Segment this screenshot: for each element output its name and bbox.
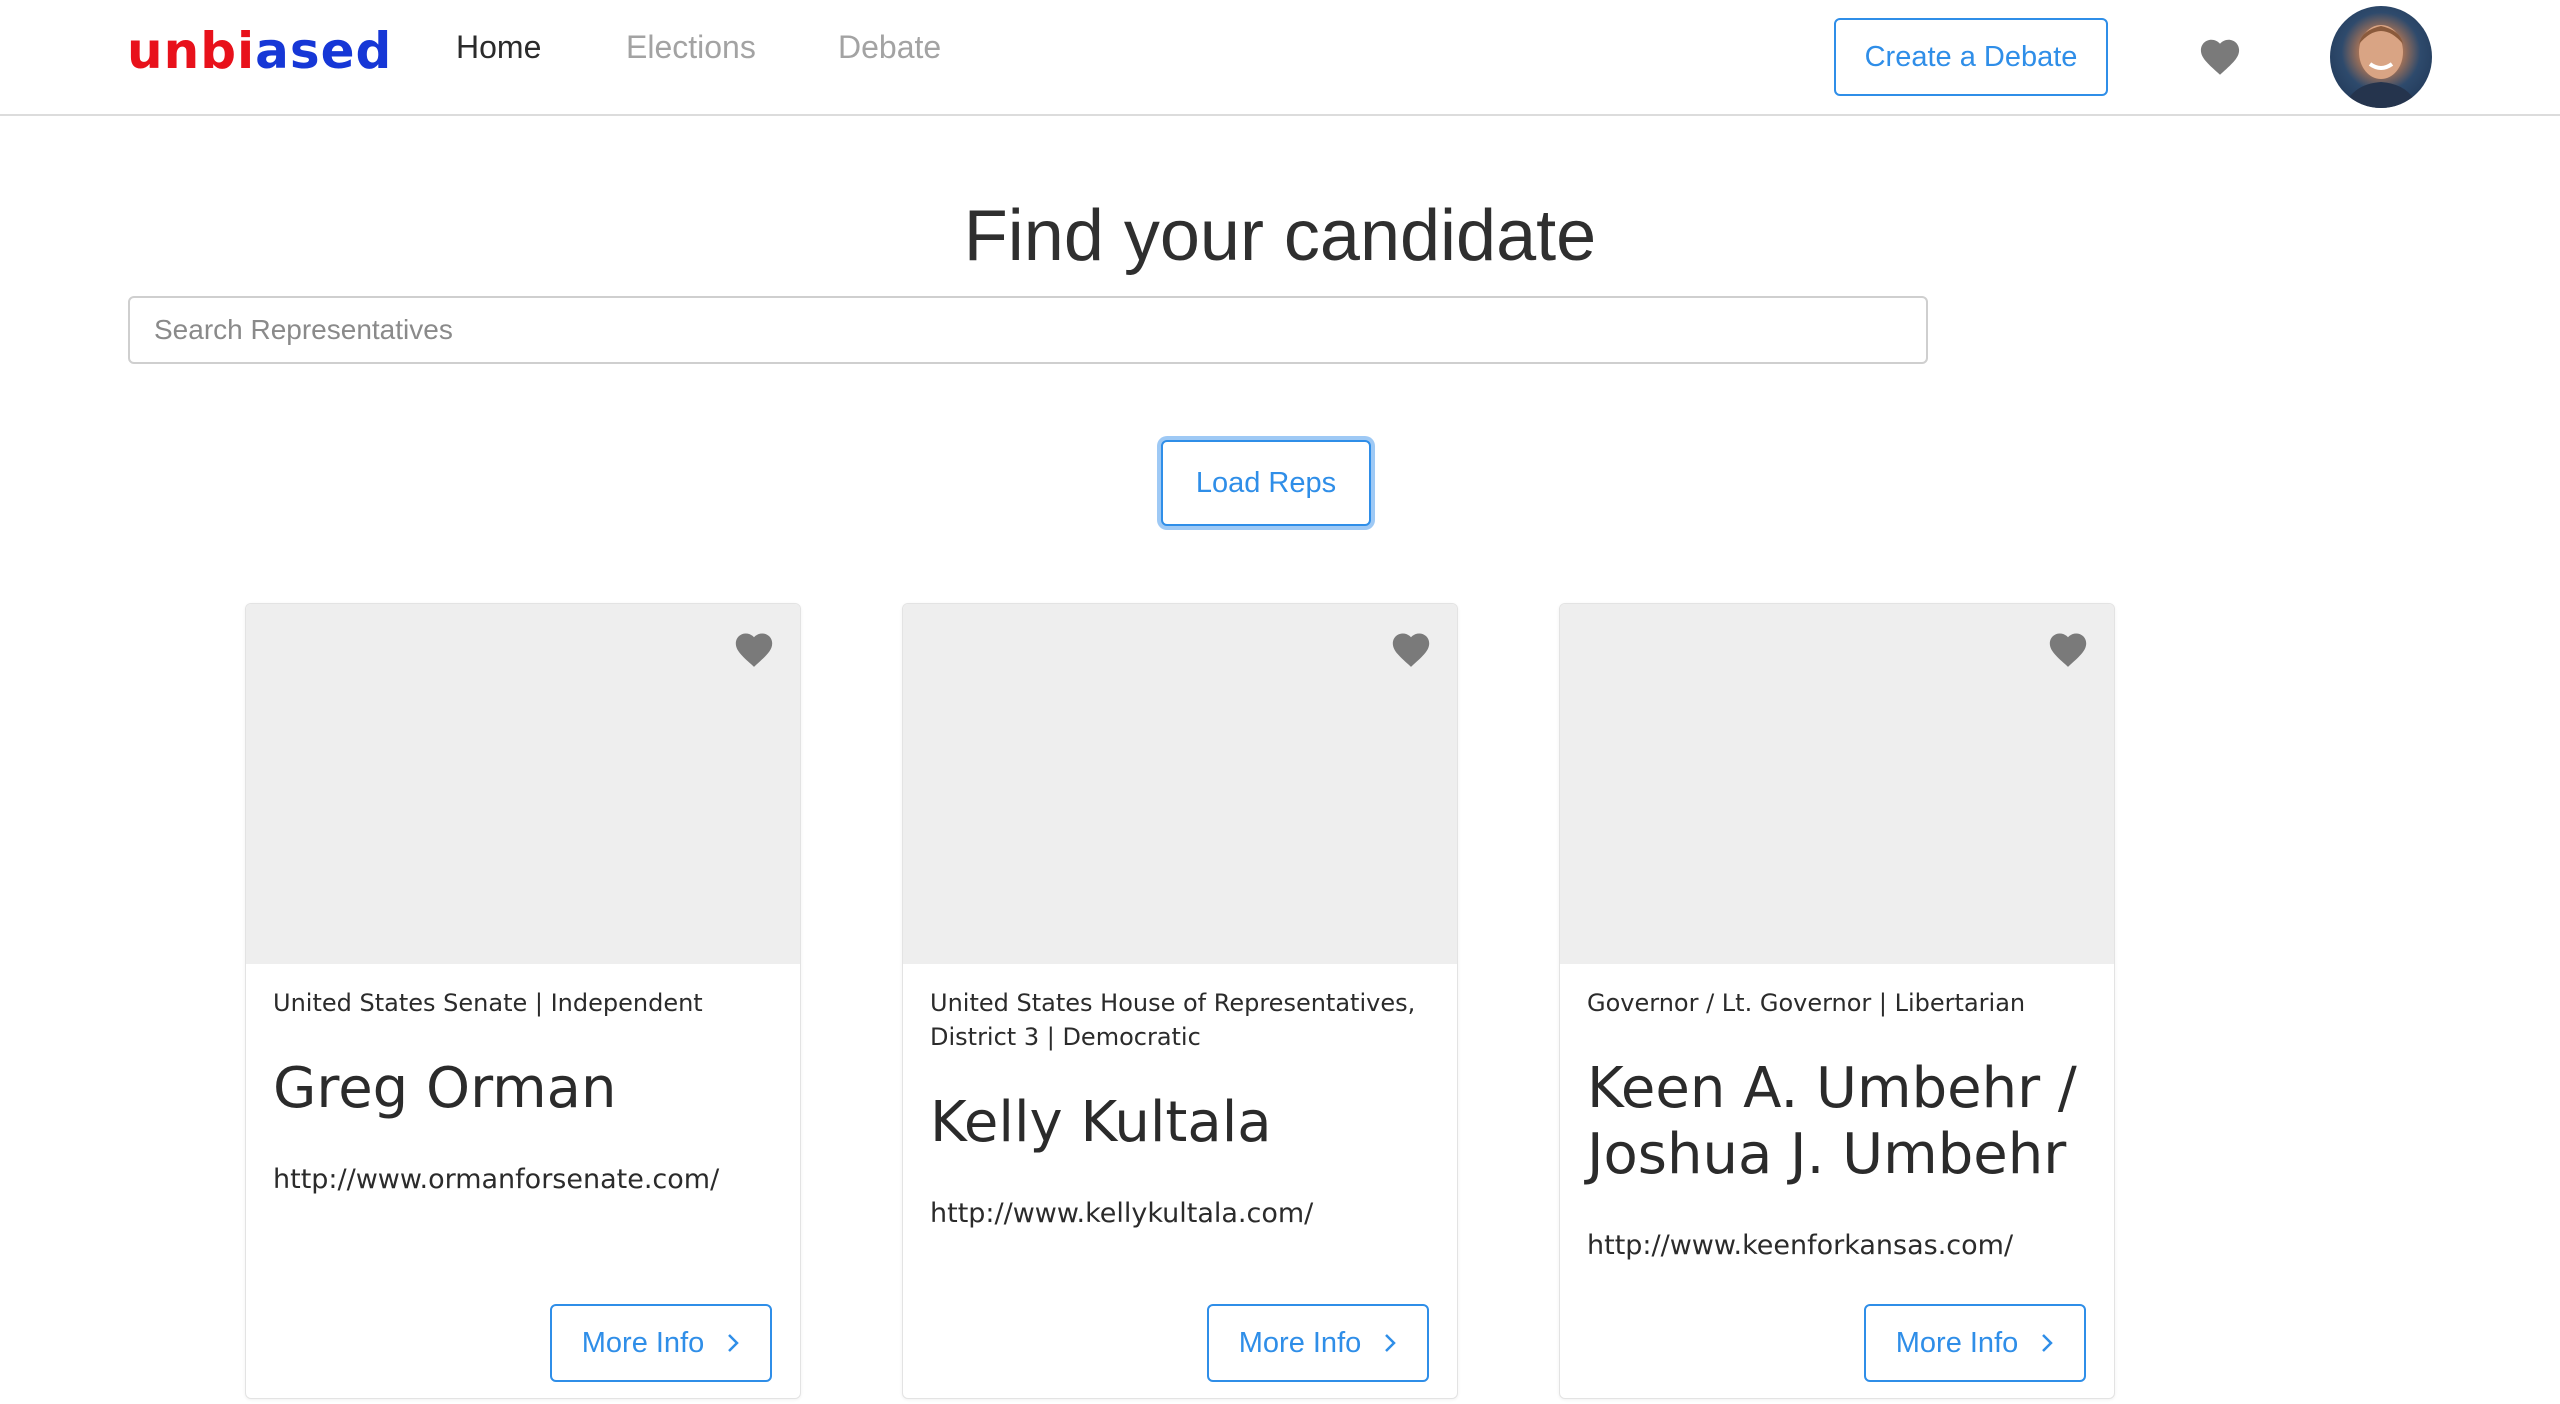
favorite-heart-icon[interactable] — [2046, 628, 2090, 668]
chevron-right-icon — [1385, 1334, 1397, 1352]
candidate-url[interactable]: http://www.kellykultala.com/ — [930, 1196, 1430, 1232]
page-title: Find your candidate — [963, 196, 1597, 276]
candidate-card: United States Senate | Independent Greg … — [245, 603, 801, 1399]
more-info-button[interactable]: More Info — [1864, 1304, 2086, 1382]
create-debate-button[interactable]: Create a Debate — [1834, 18, 2108, 96]
candidate-image-placeholder — [1560, 604, 2114, 964]
candidate-image-placeholder — [246, 604, 800, 964]
more-info-label: More Info — [1895, 1326, 2019, 1359]
candidate-url[interactable]: http://www.keenforkansas.com/ — [1587, 1228, 2087, 1264]
candidate-office: Governor / Lt. Governor | Libertarian — [1587, 989, 2026, 1017]
nav-link-home[interactable]: Home — [456, 24, 541, 70]
favorites-heart-icon[interactable] — [2197, 34, 2243, 76]
more-info-button[interactable]: More Info — [1207, 1304, 1429, 1382]
top-navbar: unbiased Home Elections Debate Create a … — [0, 0, 2560, 116]
avatar-portrait-icon — [2344, 25, 2418, 108]
logo-text-blue: ased — [255, 22, 393, 80]
chevron-right-icon — [2042, 1334, 2054, 1352]
chevron-right-icon — [728, 1334, 740, 1352]
candidate-name: Kelly Kultala — [930, 1090, 1272, 1155]
search-representatives-input[interactable] — [128, 296, 1928, 364]
candidate-office: United States Senate | Independent — [273, 989, 703, 1017]
candidate-card: United States House of Representatives, … — [902, 603, 1458, 1399]
logo-text-red: unbi — [127, 22, 256, 80]
more-info-label: More Info — [581, 1326, 705, 1359]
load-reps-button[interactable]: Load Reps — [1161, 440, 1371, 526]
more-info-label: More Info — [1238, 1326, 1362, 1359]
user-avatar[interactable] — [2330, 6, 2432, 108]
nav-link-elections[interactable]: Elections — [626, 24, 756, 70]
candidate-name: Keen A. Umbehr / Joshua J. Umbehr — [1587, 1056, 2077, 1187]
candidate-office: United States House of Representatives, … — [930, 989, 1416, 1051]
nav-link-debate[interactable]: Debate — [838, 24, 941, 70]
favorite-heart-icon[interactable] — [732, 628, 776, 668]
candidate-card: Governor / Lt. Governor | Libertarian Ke… — [1559, 603, 2115, 1399]
candidate-url[interactable]: http://www.ormanforsenate.com/ — [273, 1162, 773, 1198]
more-info-button[interactable]: More Info — [550, 1304, 772, 1382]
candidate-name: Greg Orman — [273, 1056, 617, 1121]
candidate-image-placeholder — [903, 604, 1457, 964]
brand-logo[interactable]: unbiased — [127, 18, 392, 84]
favorite-heart-icon[interactable] — [1389, 628, 1433, 668]
